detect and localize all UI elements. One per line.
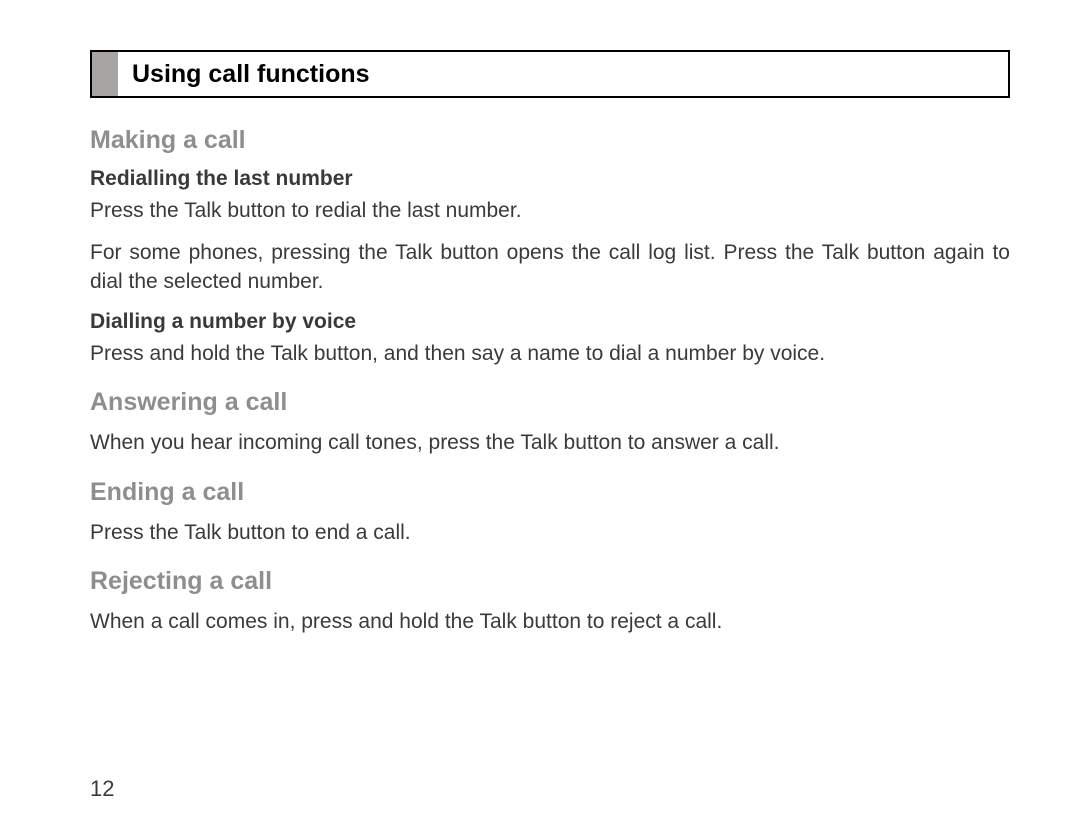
section-heading-ending: Ending a call (90, 478, 1010, 507)
body-text: When you hear incoming call tones, press… (90, 429, 1010, 457)
sub-heading-redial: Redialling the last number (90, 167, 1010, 191)
title-box: Using call functions (90, 50, 1010, 98)
body-text: Press the Talk button to redial the last… (90, 197, 1010, 225)
body-text: Press the Talk button to end a call. (90, 519, 1010, 547)
page-title: Using call functions (118, 52, 384, 96)
section-heading-answering: Answering a call (90, 388, 1010, 417)
page-number: 12 (90, 776, 114, 802)
section-heading-making: Making a call (90, 126, 1010, 155)
body-text: Press and hold the Talk button, and then… (90, 340, 1010, 368)
sub-heading-voice: Dialling a number by voice (90, 310, 1010, 334)
title-accent (92, 52, 118, 96)
body-text: When a call comes in, press and hold the… (90, 608, 1010, 636)
body-text: For some phones, pressing the Talk butto… (90, 239, 1010, 296)
section-heading-rejecting: Rejecting a call (90, 567, 1010, 596)
